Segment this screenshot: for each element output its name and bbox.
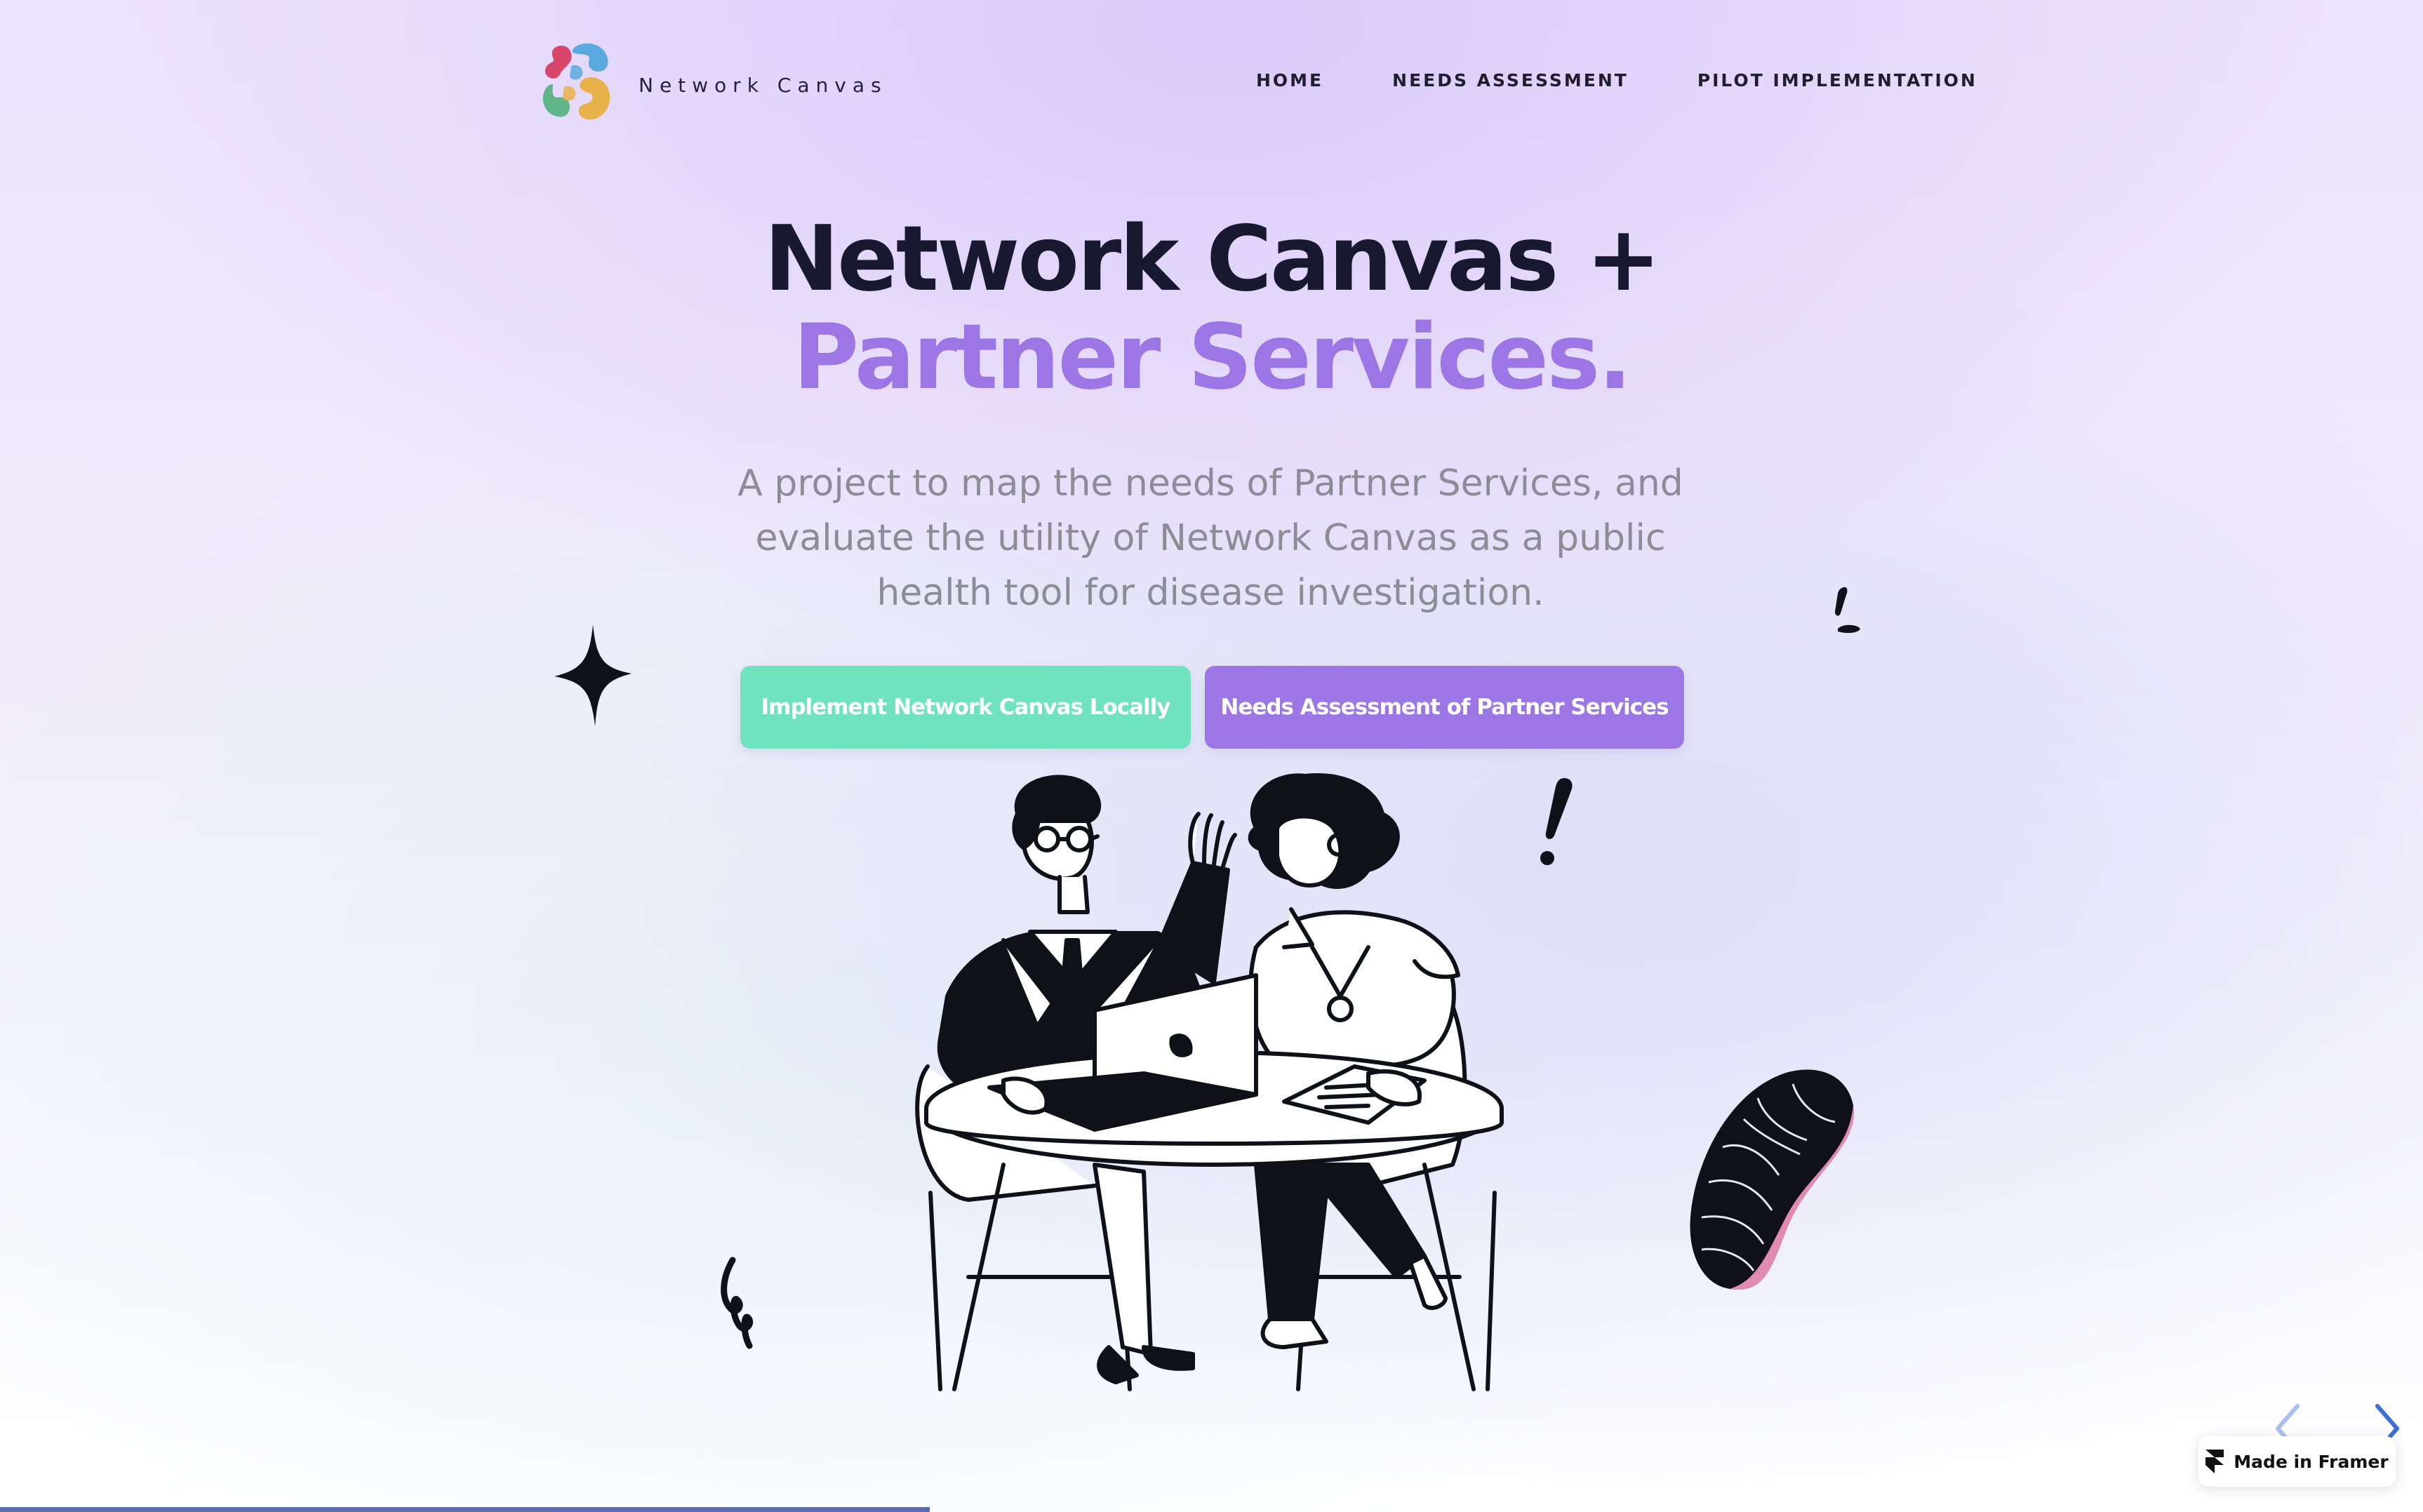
logo-wordmark: Network Canvas: [639, 73, 888, 97]
nav-item-home[interactable]: HOME: [1256, 70, 1323, 91]
nav-item-pilot-implementation[interactable]: PILOT IMPLEMENTATION: [1697, 70, 1977, 91]
made-in-framer-badge[interactable]: Made in Framer: [2198, 1436, 2396, 1487]
made-in-framer-label: Made in Framer: [2234, 1451, 2389, 1472]
hero-subtitle: A project to map the needs of Partner Se…: [737, 462, 1683, 614]
leaf-icon: [1690, 1069, 1854, 1290]
page-background: Network Canvas HOME NEEDS ASSESSMENT PIL…: [0, 0, 2423, 1512]
squiggle-icon: [721, 1257, 754, 1349]
nav-item-needs-assessment[interactable]: NEEDS ASSESSMENT: [1392, 70, 1629, 91]
needs-assessment-button[interactable]: Needs Assessment of Partner Services: [1205, 666, 1684, 749]
hero-title-line2: Partner Services.: [793, 305, 1632, 410]
implement-locally-button[interactable]: Implement Network Canvas Locally: [740, 666, 1191, 749]
hero-title: Network Canvas + Partner Services.: [0, 210, 2423, 407]
exclamation-icon: [1835, 587, 1860, 634]
network-canvas-logo-icon: [542, 43, 610, 120]
hero-title-line1: Network Canvas +: [763, 207, 1661, 312]
sparkle-icon: [554, 624, 632, 726]
main-nav: HOME NEEDS ASSESSMENT PILOT IMPLEMENTATI…: [1256, 70, 1977, 91]
framer-logo-icon: [2205, 1450, 2224, 1473]
logo-link[interactable]: Network Canvas: [532, 35, 888, 133]
meeting-illustration: [915, 773, 1504, 1391]
scroll-progress-bar: [0, 1507, 930, 1512]
